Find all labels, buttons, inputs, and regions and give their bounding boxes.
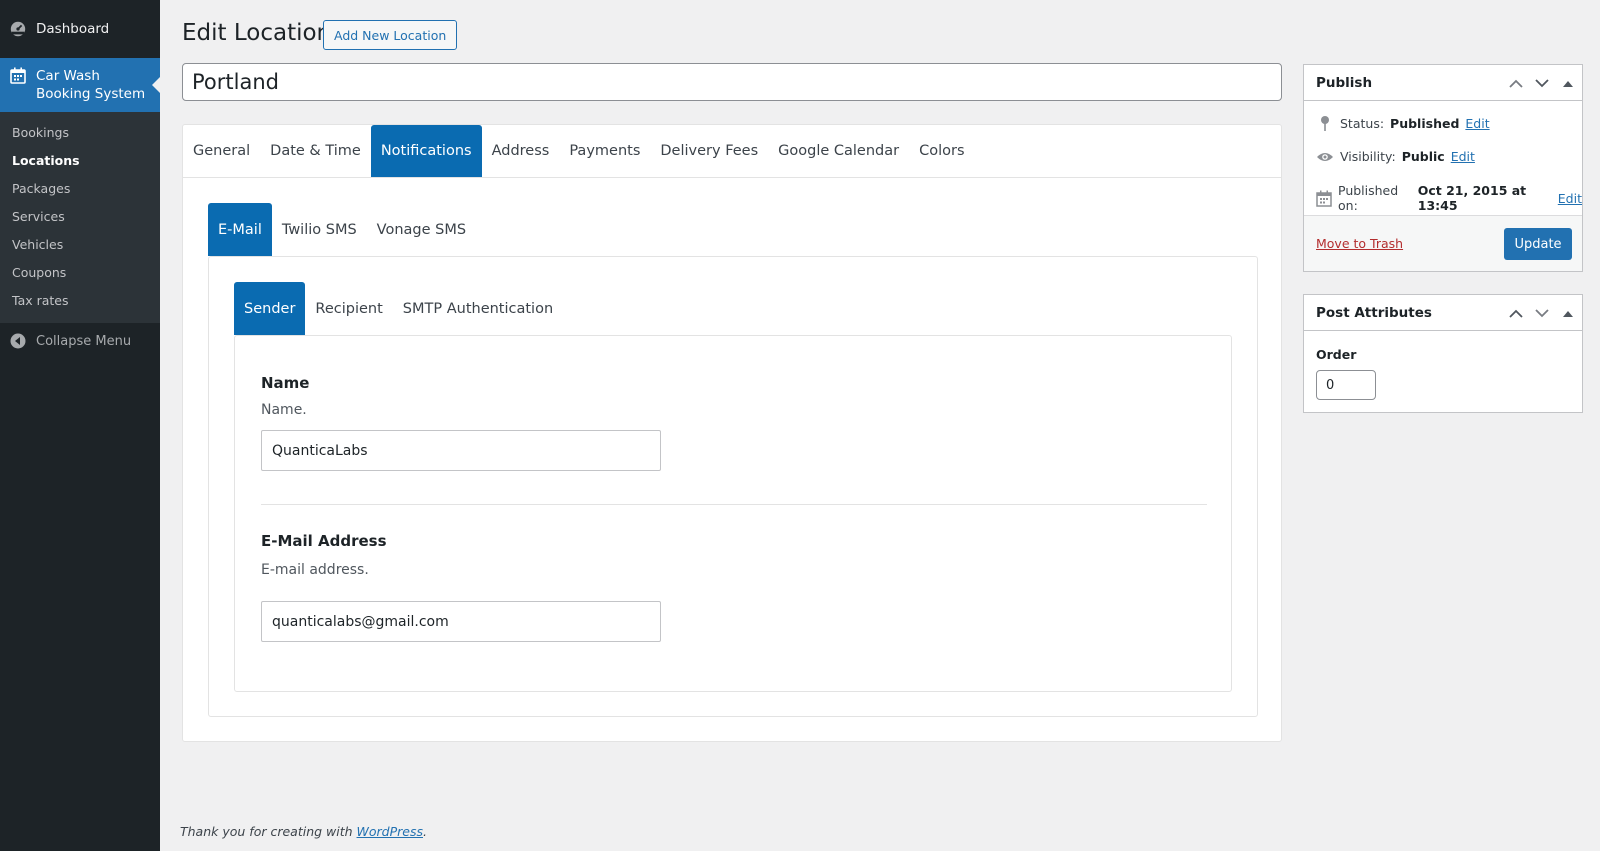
footer-text: Thank you for creating with: [180, 824, 353, 839]
submenu-item-services[interactable]: Services: [0, 203, 160, 231]
publish-box-header: Publish: [1304, 65, 1582, 101]
toggle-panel-icon[interactable]: [1560, 305, 1576, 321]
main-tabs: General Date & Time Notifications Addres…: [183, 125, 1281, 178]
sender-name-input[interactable]: QuanticaLabs: [261, 430, 661, 471]
tab-vonage-sms[interactable]: Vonage SMS: [367, 203, 476, 256]
submenu-item-tax-rates[interactable]: Tax rates: [0, 287, 160, 315]
tab-colors[interactable]: Colors: [909, 125, 974, 177]
eye-icon: [1316, 151, 1334, 163]
visibility-row: Visibility: Public Edit: [1316, 149, 1475, 164]
edit-status-link[interactable]: Edit: [1465, 116, 1489, 131]
name-field-description: Name.: [261, 402, 307, 418]
tab-twilio-sms[interactable]: Twilio SMS: [272, 203, 367, 256]
move-down-icon[interactable]: [1534, 75, 1550, 91]
location-settings-panel: General Date & Time Notifications Addres…: [182, 124, 1282, 742]
publish-box: Publish Status: Published Edit Visibilit…: [1303, 64, 1583, 272]
name-field-label: Name: [261, 374, 310, 392]
update-button[interactable]: Update: [1504, 228, 1572, 260]
tab-payments[interactable]: Payments: [559, 125, 650, 177]
tab-general[interactable]: General: [183, 125, 260, 177]
submenu-item-locations[interactable]: Locations: [0, 147, 160, 175]
footer-period: .: [423, 824, 427, 839]
menu-dashboard-label: Dashboard: [36, 21, 110, 37]
edit-visibility-link[interactable]: Edit: [1451, 149, 1475, 164]
tab-email[interactable]: E-Mail: [208, 203, 272, 256]
submenu-item-vehicles[interactable]: Vehicles: [0, 231, 160, 259]
car-wash-submenu: Bookings Locations Packages Services Veh…: [0, 112, 160, 323]
admin-sidebar: Dashboard Car Wash Booking System Bookin…: [0, 0, 160, 851]
pin-icon: [1316, 115, 1334, 132]
email-settings-panel: Sender Recipient SMTP Authentication Nam…: [234, 282, 1232, 692]
submenu-item-coupons[interactable]: Coupons: [0, 259, 160, 287]
submenu-item-packages[interactable]: Packages: [0, 175, 160, 203]
status-value: Published: [1390, 116, 1460, 131]
email-settings-tabs: Sender Recipient SMTP Authentication: [234, 282, 1232, 335]
published-on-value: Oct 21, 2015 at 13:45: [1417, 183, 1527, 213]
published-on-label: Published on:: [1338, 183, 1399, 213]
move-to-trash-link[interactable]: Move to Trash: [1316, 236, 1403, 251]
email-field-label: E-Mail Address: [261, 532, 387, 550]
email-field-description: E-mail address.: [261, 562, 369, 578]
tab-smtp-authentication[interactable]: SMTP Authentication: [393, 282, 563, 335]
tab-delivery-fees[interactable]: Delivery Fees: [650, 125, 768, 177]
post-attributes-box: Post Attributes Order 0: [1303, 294, 1583, 413]
notifications-panel: E-Mail Twilio SMS Vonage SMS Sender Reci…: [208, 203, 1258, 717]
collapse-menu-button[interactable]: Collapse Menu: [0, 323, 160, 359]
move-up-icon[interactable]: [1508, 305, 1524, 321]
field-divider: [261, 504, 1207, 505]
order-label: Order: [1316, 347, 1357, 362]
dashboard-icon: [0, 20, 36, 38]
menu-dashboard[interactable]: Dashboard: [0, 0, 160, 58]
calendar-icon: [0, 58, 36, 84]
collapse-arrow-icon: [0, 333, 36, 349]
sender-fields: Name Name. QuanticaLabs E-Mail Address E…: [234, 335, 1232, 692]
add-new-location-button[interactable]: Add New Location: [323, 20, 458, 50]
move-down-icon[interactable]: [1534, 305, 1550, 321]
page-title: Edit Location: [182, 20, 332, 46]
tab-sender[interactable]: Sender: [234, 282, 306, 335]
status-label: Status:: [1340, 116, 1385, 131]
visibility-label: Visibility:: [1340, 149, 1396, 164]
edit-date-link[interactable]: Edit: [1558, 191, 1582, 206]
footer-credit: Thank you for creating with WordPress.: [180, 824, 427, 839]
published-on-row: Published on: Oct 21, 2015 at 13:45 Edit: [1316, 183, 1582, 213]
status-row: Status: Published Edit: [1316, 115, 1490, 132]
order-input[interactable]: 0: [1316, 370, 1376, 400]
collapse-menu-label: Collapse Menu: [36, 333, 132, 349]
notification-channel-tabs: E-Mail Twilio SMS Vonage SMS: [208, 203, 1258, 256]
post-attributes-title: Post Attributes: [1316, 304, 1432, 321]
post-title-input[interactable]: Portland: [182, 63, 1282, 101]
email-panel: Sender Recipient SMTP Authentication Nam…: [208, 256, 1258, 717]
post-attributes-header: Post Attributes: [1304, 295, 1582, 331]
visibility-value: Public: [1401, 149, 1445, 164]
tab-google-calendar[interactable]: Google Calendar: [768, 125, 909, 177]
menu-car-wash-line2: Booking System: [36, 86, 146, 102]
tab-notifications[interactable]: Notifications: [370, 125, 482, 177]
sender-email-input[interactable]: quanticalabs@gmail.com: [261, 601, 661, 642]
publish-actions: Move to Trash Update: [1304, 215, 1582, 271]
tab-date-time[interactable]: Date & Time: [260, 125, 371, 177]
menu-car-wash-line1: Car Wash: [36, 68, 100, 84]
wordpress-link[interactable]: WordPress: [357, 824, 423, 839]
tab-address[interactable]: Address: [482, 125, 560, 177]
calendar-icon: [1316, 190, 1332, 207]
toggle-panel-icon[interactable]: [1560, 75, 1576, 91]
menu-car-wash-label: Car Wash Booking System: [36, 67, 145, 103]
tab-recipient[interactable]: Recipient: [305, 282, 392, 335]
submenu-item-bookings[interactable]: Bookings: [0, 119, 160, 147]
move-up-icon[interactable]: [1508, 75, 1524, 91]
menu-car-wash-booking[interactable]: Car Wash Booking System: [0, 58, 160, 112]
publish-box-title: Publish: [1316, 74, 1373, 91]
